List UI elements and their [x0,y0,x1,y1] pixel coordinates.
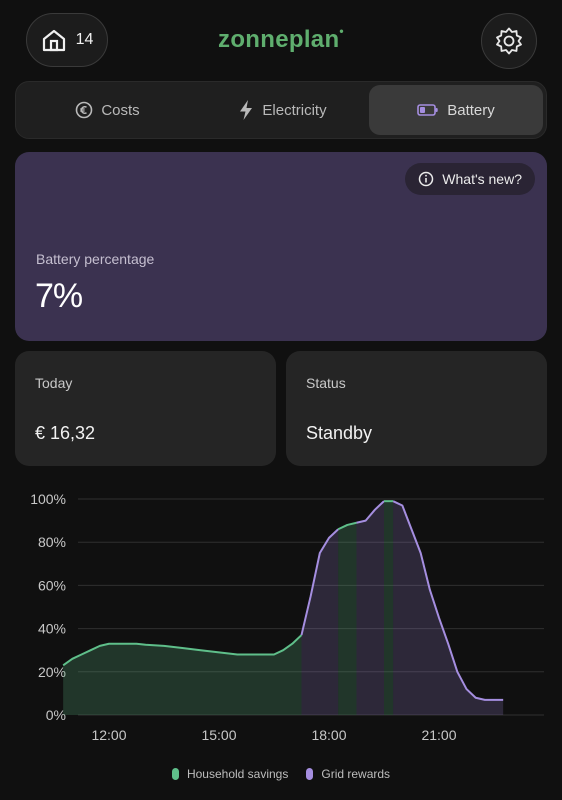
x-tick-label: 15:00 [201,727,236,743]
x-tick-label: 12:00 [91,727,126,743]
legend-grid-rewards[interactable]: Grid rewards [306,767,390,781]
tab-battery-label: Battery [447,101,495,119]
battery-icon [417,104,438,116]
tab-electricity-label: Electricity [262,101,327,119]
household-savings-area [338,522,357,715]
y-tick-label: 0% [46,707,66,723]
top-bar: 14 zonneplan• [0,0,562,80]
legend-household-label: Household savings [186,767,289,781]
battery-percentage-label: Battery percentage [36,251,155,267]
y-tick-label: 100% [30,491,66,507]
battery-card: What's new? Battery percentage 7% [15,152,547,341]
chart-legend: Household savings Grid rewards [0,767,562,781]
today-label: Today [35,375,73,391]
x-tick-label: 21:00 [421,727,456,743]
battery-chart[interactable]: 0% 20% 40% 60% 80% 100% 12:00 15:00 18:00 21:00 H… [0,480,562,800]
tab-electricity[interactable]: Electricity [196,85,369,135]
y-tick-label: 40% [38,621,66,637]
euro-circle-icon [76,101,93,119]
status-card[interactable]: Status Standby [286,351,547,466]
y-tick-label: 20% [38,664,66,680]
legend-household-savings[interactable]: Household savings [171,767,289,781]
x-tick-label: 18:00 [311,727,346,743]
today-value: € 16,32 [35,423,96,443]
tab-costs[interactable]: Costs [19,85,196,135]
status-value: Standby [306,423,373,443]
whats-new-button[interactable]: What's new? [405,163,535,195]
y-tick-label: 60% [38,577,66,593]
info-icon [419,171,434,187]
battery-percentage-value: 7% [35,277,83,315]
gear-icon [496,27,522,55]
grid-rewards-area [393,501,504,715]
today-card[interactable]: Today € 16,32 [15,351,276,466]
lightning-icon [240,100,253,120]
y-tick-label: 80% [38,534,66,550]
tab-bar: Costs Electricity Battery [15,81,547,139]
legend-swatch-household [171,768,179,780]
legend-swatch-grid [306,768,314,780]
tab-costs-label: Costs [101,101,140,119]
grid-rewards-area [356,501,384,715]
tab-battery[interactable]: Battery [369,85,543,135]
whats-new-label: What's new? [442,171,522,187]
legend-grid-label: Grid rewards [321,767,391,781]
zonneplan-logo: zonneplan• [218,24,344,53]
chart-svg: 0% 20% 40% 60% 80% 100% 12:00 15:00 18:00 21:00 [30,491,544,743]
status-label: Status [306,375,346,391]
settings-button[interactable] [481,13,537,69]
household-savings-area [384,501,394,715]
